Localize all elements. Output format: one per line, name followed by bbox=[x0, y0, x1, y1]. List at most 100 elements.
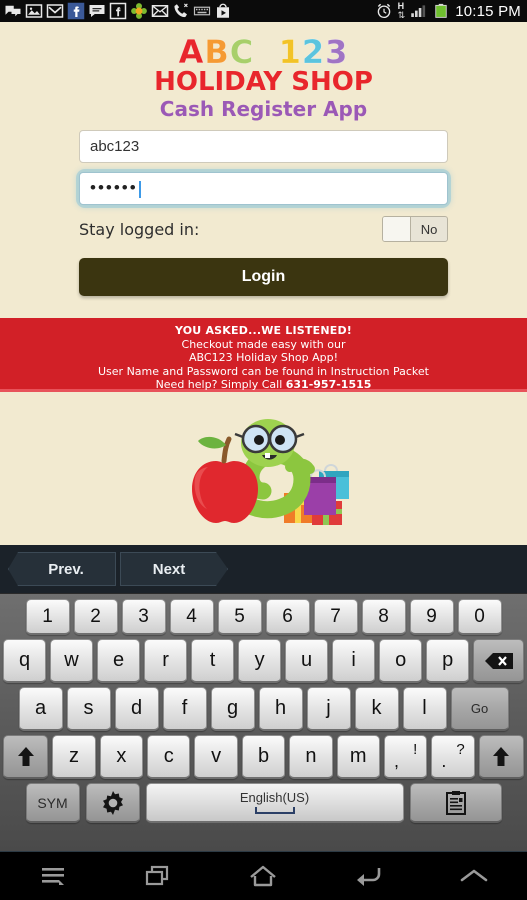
input-accessory-bar: Prev. Next bbox=[0, 545, 527, 593]
key-x[interactable]: x bbox=[99, 735, 144, 779]
key-5[interactable]: 5 bbox=[217, 599, 262, 635]
key-j[interactable]: j bbox=[306, 687, 351, 731]
messaging-icon bbox=[89, 5, 105, 17]
key-d[interactable]: d bbox=[114, 687, 159, 731]
key-3[interactable]: 3 bbox=[121, 599, 166, 635]
android-navigation-bar bbox=[0, 851, 527, 900]
key-y[interactable]: y bbox=[238, 639, 282, 683]
nav-recents-button[interactable] bbox=[118, 854, 198, 898]
space-key-language-label: English(US) bbox=[239, 790, 310, 805]
key-6[interactable]: 6 bbox=[265, 599, 310, 635]
promo-banner: YOU ASKED...WE LISTENED! Checkout made e… bbox=[0, 318, 527, 392]
key-p[interactable]: p bbox=[426, 639, 470, 683]
toggle-value: No bbox=[420, 221, 438, 237]
username-input[interactable] bbox=[79, 130, 448, 164]
stay-logged-in-toggle[interactable]: No bbox=[382, 216, 448, 243]
hide-keyboard-icon bbox=[460, 869, 488, 882]
key-r[interactable]: r bbox=[144, 639, 188, 683]
clipboard-key[interactable] bbox=[409, 783, 502, 823]
nav-hide-keyboard-button[interactable] bbox=[434, 854, 514, 898]
password-input[interactable]: •••••• bbox=[79, 172, 448, 206]
key-m[interactable]: m bbox=[336, 735, 380, 779]
clipboard-icon bbox=[445, 790, 466, 815]
keyboard-row-function: SYM English(US) bbox=[3, 783, 524, 823]
key-t[interactable]: t bbox=[191, 639, 235, 683]
key-c[interactable]: c bbox=[147, 735, 191, 779]
key-g[interactable]: g bbox=[210, 687, 255, 731]
backspace-key[interactable] bbox=[473, 639, 524, 683]
next-button[interactable]: Next bbox=[120, 552, 228, 586]
shift-key-right[interactable] bbox=[478, 735, 525, 779]
key-a[interactable]: a bbox=[18, 687, 63, 731]
alarm-clock-icon bbox=[377, 3, 390, 19]
key-period-question[interactable]: . ? bbox=[431, 735, 475, 779]
key-u[interactable]: u bbox=[285, 639, 329, 683]
key-7[interactable]: 7 bbox=[313, 599, 358, 635]
key-i[interactable]: i bbox=[332, 639, 376, 683]
key-comma-secondary: ! bbox=[413, 741, 418, 758]
key-v[interactable]: v bbox=[194, 735, 238, 779]
banner-phone-number: 631-957-1515 bbox=[285, 378, 372, 391]
logo-line-holiday-shop: HOLIDAY SHOP bbox=[154, 67, 373, 97]
keyboard-row-numbers: 1 2 3 4 5 6 7 8 9 0 bbox=[3, 599, 524, 635]
status-bar-clock: 10:15 PM bbox=[455, 2, 521, 20]
nav-back-button[interactable] bbox=[329, 854, 409, 898]
menu-icon bbox=[41, 868, 64, 885]
logo-line-cash-register-app: Cash Register App bbox=[159, 97, 368, 122]
key-2[interactable]: 2 bbox=[73, 599, 118, 635]
key-f[interactable]: f bbox=[162, 687, 207, 731]
shift-key-left[interactable] bbox=[2, 735, 49, 779]
banner-line-4: User Name and Password can be found in I… bbox=[98, 364, 429, 378]
recents-icon bbox=[145, 865, 169, 886]
status-bar-notification-icons bbox=[0, 2, 232, 20]
key-8[interactable]: 8 bbox=[361, 599, 406, 635]
key-n[interactable]: n bbox=[289, 735, 333, 779]
key-h[interactable]: h bbox=[258, 687, 303, 731]
key-9[interactable]: 9 bbox=[409, 599, 454, 635]
mascot-illustration bbox=[0, 408, 527, 543]
facebook-blue-icon bbox=[67, 2, 85, 20]
battery-icon bbox=[435, 3, 447, 18]
email-envelope-icon bbox=[151, 5, 169, 17]
go-key[interactable]: Go bbox=[450, 687, 509, 731]
keyboard-row-bottom-letters: z x c v b n m , ! . ? bbox=[2, 735, 525, 779]
nav-home-button[interactable] bbox=[223, 854, 303, 898]
key-comma-exclamation[interactable]: , ! bbox=[383, 735, 428, 779]
key-0[interactable]: 0 bbox=[457, 599, 502, 635]
key-b[interactable]: b bbox=[241, 735, 286, 779]
keyboard-icon bbox=[193, 6, 211, 16]
space-key[interactable]: English(US) bbox=[145, 783, 404, 823]
key-k[interactable]: k bbox=[354, 687, 399, 731]
banner-line-5: Need help? Simply Call 631-957-1515 bbox=[0, 378, 527, 392]
prev-button[interactable]: Prev. bbox=[8, 552, 116, 586]
stay-logged-in-label: Stay logged in: bbox=[79, 219, 200, 239]
toggle-knob bbox=[383, 217, 411, 242]
key-1[interactable]: 1 bbox=[25, 599, 70, 635]
key-w[interactable]: w bbox=[50, 639, 94, 683]
keyboard-settings-key[interactable] bbox=[85, 783, 140, 823]
worm-with-apple-and-gifts-illustration bbox=[191, 418, 349, 525]
login-button[interactable]: Login bbox=[79, 258, 448, 297]
banner-line-3: ABC123 Holiday Shop App! bbox=[189, 351, 338, 364]
gallery-image-icon bbox=[25, 4, 43, 18]
gmail-icon bbox=[46, 4, 64, 18]
username-field-wrap bbox=[79, 130, 448, 164]
shift-arrow-icon bbox=[17, 746, 34, 766]
symbols-key[interactable]: SYM bbox=[25, 783, 80, 823]
nav-menu-button[interactable] bbox=[13, 854, 93, 898]
back-icon bbox=[356, 868, 381, 886]
key-q[interactable]: q bbox=[3, 639, 47, 683]
chat-bubbles-icon bbox=[5, 5, 21, 17]
key-o[interactable]: o bbox=[379, 639, 423, 683]
gear-icon bbox=[102, 790, 123, 815]
signal-bars-icon bbox=[411, 5, 426, 17]
key-e[interactable]: e bbox=[97, 639, 141, 683]
key-l[interactable]: l bbox=[402, 687, 447, 731]
on-screen-keyboard: 1 2 3 4 5 6 7 8 9 0 q w e r t y u i o p bbox=[0, 593, 527, 851]
login-form: •••••• Stay logged in: No Login bbox=[0, 120, 527, 297]
key-z[interactable]: z bbox=[52, 735, 96, 779]
key-4[interactable]: 4 bbox=[169, 599, 214, 635]
key-s[interactable]: s bbox=[66, 687, 111, 731]
text-caret bbox=[138, 181, 141, 199]
keyboard-row-qwerty: q w e r t y u i o p bbox=[3, 639, 524, 683]
